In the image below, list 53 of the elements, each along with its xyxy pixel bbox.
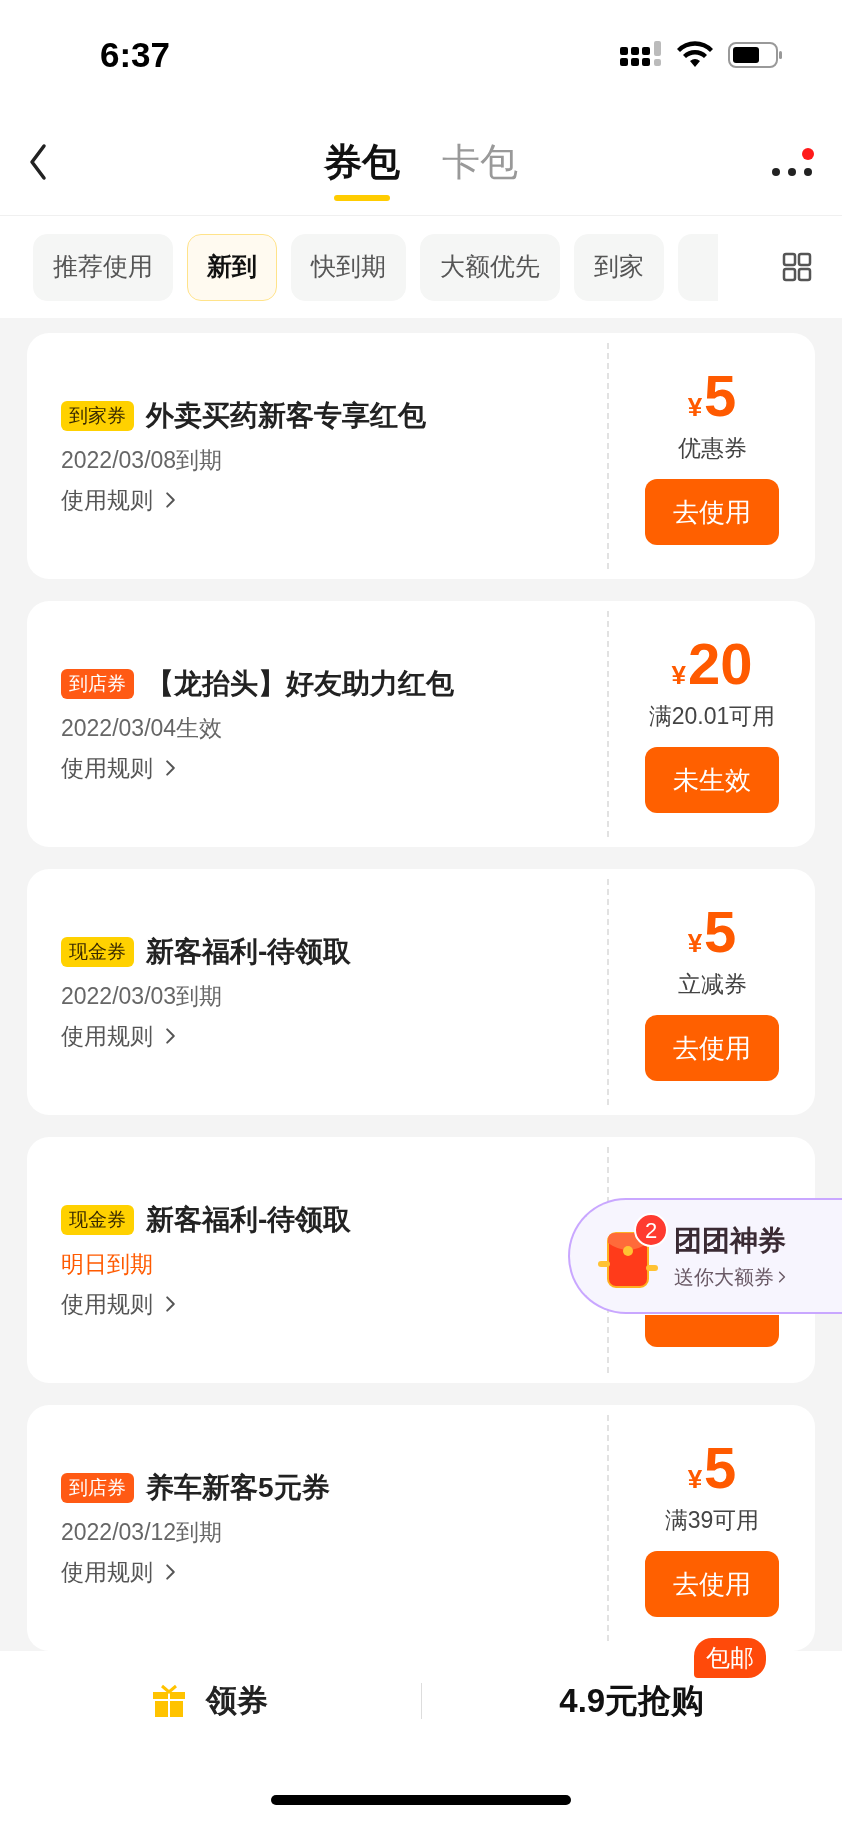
coupon-condition: 立减券: [677, 969, 747, 999]
coupon-condition: 满39可用: [664, 1505, 760, 1535]
flash-sale-button[interactable]: 4.9元抢购: [559, 1676, 705, 1726]
coupon-date: 2022/03/04生效: [61, 713, 224, 743]
nav-tab[interactable]: 券包: [324, 122, 400, 203]
battery-icon: [728, 41, 784, 69]
filter-chip[interactable]: 推荐使用: [33, 233, 173, 301]
usage-rules-link[interactable]: 使用规则: [61, 1287, 176, 1322]
coupon-amount: ¥20: [671, 634, 753, 693]
coupon-tag: 现金券: [61, 1204, 134, 1235]
coupon-date: 2022/03/03到期: [61, 981, 224, 1011]
chevron-right-icon: [165, 1563, 176, 1582]
coupon-tag: 到店券: [61, 668, 134, 699]
chevron-right-icon: [165, 1027, 176, 1046]
gift-icon: [152, 1684, 187, 1718]
coupon-title: 【龙抬头】好友助力红包: [146, 666, 454, 701]
coupon-title: 养车新客5元券: [146, 1470, 330, 1505]
coupon-tag: 到家券: [61, 400, 134, 431]
chevron-right-icon: [778, 1270, 786, 1284]
filter-chip[interactable]: 快到期: [291, 233, 406, 301]
usage-rules-link[interactable]: 使用规则: [61, 751, 176, 786]
coupon-title: 外卖买药新客专享红包: [146, 398, 426, 433]
usage-rules-link[interactable]: 使用规则: [61, 1555, 176, 1590]
coupon-amount: ¥5: [687, 1438, 737, 1497]
widget-subtitle: 送你大额券: [674, 1262, 786, 1292]
status-time: 6:37: [100, 33, 171, 76]
notification-badge: 2: [634, 1213, 668, 1247]
chevron-right-icon: [165, 1295, 176, 1314]
coupon-amount: ¥5: [687, 366, 737, 425]
filter-chip[interactable]: 大额优先: [420, 233, 560, 301]
grid-view-icon[interactable]: [782, 252, 812, 282]
coupon-condition: 满20.01可用: [648, 701, 776, 731]
coupon-date: 2022/03/08到期: [61, 445, 224, 475]
signal-icon: [620, 41, 662, 69]
coupon-tag: 到店券: [61, 1472, 134, 1503]
coupon-title: 新客福利-待领取: [146, 1202, 352, 1237]
usage-rules-link[interactable]: 使用规则: [61, 1019, 176, 1054]
coupon-date: 2022/03/12到期: [61, 1517, 224, 1547]
usage-rules-link[interactable]: 使用规则: [61, 483, 176, 518]
coupon-amount: ¥5: [687, 902, 737, 961]
free-shipping-badge: 包邮: [694, 1638, 766, 1679]
get-coupons-button[interactable]: 领券: [0, 1677, 421, 1725]
filter-chip[interactable]: 到家: [574, 233, 664, 301]
floating-coupon-popup[interactable]: 2 团团神券 送你大额券: [568, 1198, 842, 1314]
chevron-right-icon: [165, 491, 176, 510]
coupon-title: 新客福利-待领取: [146, 934, 352, 969]
coupon-condition: 优惠券: [677, 433, 747, 463]
filter-chip[interactable]: 新到: [187, 233, 277, 301]
wifi-icon: [676, 41, 714, 69]
chevron-right-icon: [165, 759, 176, 778]
widget-title: 团团神券: [674, 1224, 786, 1258]
coupon-date: 明日到期: [61, 1249, 154, 1279]
coupon-tag: 现金券: [61, 936, 134, 967]
